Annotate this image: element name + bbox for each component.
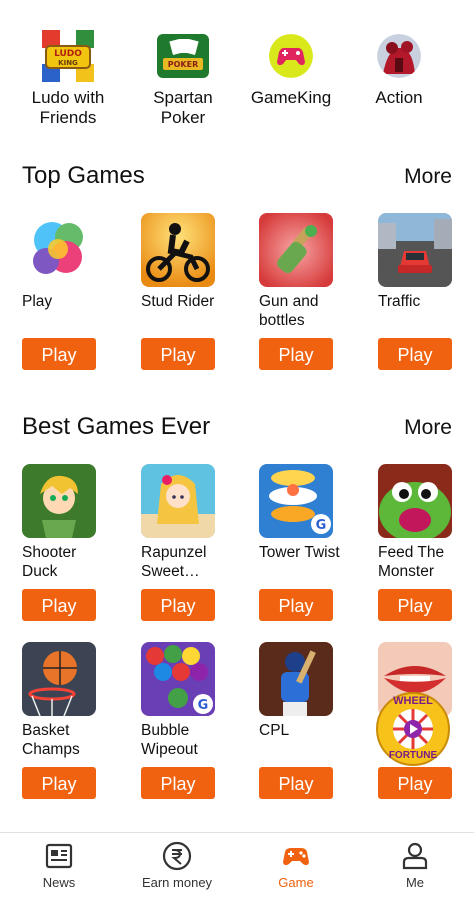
badge-text-bottom: FORTUNE [388, 750, 438, 761]
more-link-top-games[interactable]: More [404, 165, 452, 189]
tower-icon: G [259, 464, 333, 538]
nav-label: Me [405, 875, 425, 890]
game-tile[interactable]: Traffic [378, 213, 464, 331]
game-controller-icon [281, 841, 311, 871]
bubbles-icon [22, 213, 96, 287]
game-tile[interactable]: Play [22, 213, 108, 331]
person-icon [400, 841, 430, 871]
play-button[interactable]: Play [259, 589, 333, 621]
svg-text:G: G [316, 518, 327, 533]
category-label-line1: Spartan [153, 88, 213, 107]
play-button[interactable]: Play [141, 767, 215, 799]
game-tile[interactable]: CPL [259, 642, 345, 760]
nav-item-earn-money[interactable]: Earn money [118, 833, 236, 890]
nav-label: Game [278, 875, 314, 890]
play-button[interactable]: Play [259, 767, 333, 799]
game-name: Rapunzel Sweet… [141, 544, 207, 580]
game-name: CPL [259, 722, 290, 739]
game-tile[interactable]: Gun and bottles [259, 213, 345, 331]
news-icon [44, 841, 74, 871]
play-button[interactable]: Play [141, 338, 215, 370]
section-title-top-games: Top Games [22, 162, 145, 189]
play-button[interactable]: Play [22, 589, 96, 621]
bottle-icon [259, 213, 333, 287]
svg-text:G: G [198, 698, 209, 713]
game-name: Shooter Duck [22, 544, 77, 580]
category-poker[interactable]: POKER Spartan Poker [128, 28, 238, 128]
poker-icon: POKER [157, 34, 209, 78]
gamepad-icon [269, 34, 313, 78]
game-tile[interactable]: Basket Champs [22, 642, 108, 760]
nav-label: News [42, 875, 76, 890]
game-tile[interactable]: Stud Rider [141, 213, 227, 331]
nav-item-me[interactable]: Me [356, 833, 474, 890]
game-name: Basket Champs [22, 722, 80, 758]
monster-icon [378, 464, 452, 538]
game-tile[interactable]: Shooter Duck [22, 464, 108, 582]
category-action[interactable]: Action [344, 28, 454, 108]
category-label-line2: Friends [39, 108, 97, 127]
nav-item-game[interactable]: Game [237, 833, 355, 890]
section-title-best-games: Best Games Ever [22, 413, 211, 440]
ludo-king-icon: LUDO KING [40, 28, 96, 84]
action-icon [377, 34, 421, 78]
game-name: Tower Twist [259, 544, 340, 561]
category-label: Action [375, 88, 423, 107]
svg-text:KING: KING [58, 59, 78, 67]
category-label-line1: Ludo with [31, 88, 105, 107]
princess-icon [141, 464, 215, 538]
play-button[interactable]: Play [378, 767, 452, 799]
svg-text:LUDO: LUDO [54, 49, 82, 59]
bubble-shooter-icon: G [141, 642, 215, 716]
category-row: LUDO KING Ludo with Friends POKER Sparta… [0, 28, 474, 138]
game-name: Bubble Wipeout [141, 722, 198, 758]
game-name: Traffic [378, 293, 421, 310]
game-tile[interactable]: G Tower Twist [259, 464, 345, 582]
play-button[interactable]: Play [259, 338, 333, 370]
play-button[interactable]: Play [22, 767, 96, 799]
motorbike-icon [141, 213, 215, 287]
nav-item-news[interactable]: News [0, 833, 118, 890]
rupee-icon [162, 841, 192, 871]
svg-text:POKER: POKER [168, 60, 199, 69]
more-link-best-games[interactable]: More [404, 416, 452, 440]
bottom-nav: News Earn money Game Me [0, 832, 474, 898]
play-button[interactable]: Play [22, 338, 96, 370]
game-tile[interactable]: G Bubble Wipeout [141, 642, 227, 760]
wheel-of-fortune-badge[interactable]: WHEEL FORTUNE [376, 692, 450, 766]
category-ludo[interactable]: LUDO KING Ludo with Friends [13, 28, 123, 128]
basketball-icon [22, 642, 96, 716]
game-name: Gun and bottles [259, 293, 319, 329]
game-name: Play [22, 293, 53, 310]
play-button[interactable]: Play [378, 589, 452, 621]
category-gameking[interactable]: GameKing [236, 28, 346, 108]
game-tile[interactable]: Rapunzel Sweet… [141, 464, 227, 582]
game-name: Feed The Monster [378, 544, 445, 580]
game-tile[interactable]: Feed The Monster [378, 464, 464, 582]
cricket-icon [259, 642, 333, 716]
category-label: GameKing [250, 88, 332, 107]
archer-icon [22, 464, 96, 538]
badge-text-top: WHEEL [393, 695, 433, 707]
play-button[interactable]: Play [378, 338, 452, 370]
play-button[interactable]: Play [141, 589, 215, 621]
game-name: Stud Rider [141, 293, 215, 310]
car-icon [378, 213, 452, 287]
nav-label: Earn money [141, 875, 213, 890]
category-label-line2: Poker [160, 108, 206, 127]
